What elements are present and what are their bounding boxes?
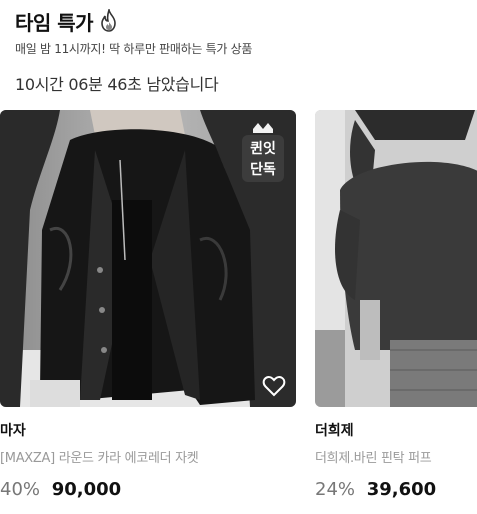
product-carousel[interactable]: 퀸잇 단독 마자 [MAXZA] 라운드 카라 에코레더 자켓 40% 90,0… xyxy=(0,110,477,514)
badge-line-1: 퀸잇 xyxy=(250,141,276,157)
countdown-timer: 10시간 06분 46초 남았습니다 xyxy=(15,75,219,94)
product-photo-knit-top xyxy=(315,110,477,407)
product-card[interactable]: 더희제 더희제.바린 핀탁 퍼프 24% 39,600 xyxy=(315,110,477,500)
fire-icon xyxy=(99,6,119,33)
product-card[interactable]: 퀸잇 단독 마자 [MAXZA] 라운드 카라 에코레더 자켓 40% 90,0… xyxy=(0,110,296,500)
section-subtitle: 매일 밤 11시까지! 딱 하루만 판매하는 특가 상품 xyxy=(15,42,253,56)
sale-price: 39,600 xyxy=(366,479,437,500)
product-brand: 더희제 xyxy=(315,423,354,439)
section-title: 타임 특가 xyxy=(15,10,94,35)
product-name[interactable]: 더희제.바린 핀탁 퍼프 xyxy=(315,447,477,466)
product-image[interactable]: 퀸잇 단독 xyxy=(0,110,296,407)
discount-rate: 40% xyxy=(0,479,41,500)
product-name[interactable]: [MAXZA] 라운드 카라 에코레더 자켓 xyxy=(0,447,296,466)
sale-price: 90,000 xyxy=(51,479,122,500)
heart-outline-icon[interactable] xyxy=(262,375,286,397)
discount-rate: 24% xyxy=(315,479,356,500)
product-brand: 마자 xyxy=(0,423,26,439)
price-row: 40% 90,000 xyxy=(0,479,296,500)
exclusive-badge: 퀸잇 단독 xyxy=(242,120,284,182)
time-deal-header: 타임 특가 매일 밤 11시까지! 딱 하루만 판매하는 특가 상품 10시간 … xyxy=(15,6,477,95)
price-row: 24% 39,600 xyxy=(315,479,477,500)
product-image[interactable] xyxy=(315,110,477,407)
badge-line-2: 단독 xyxy=(250,162,276,178)
